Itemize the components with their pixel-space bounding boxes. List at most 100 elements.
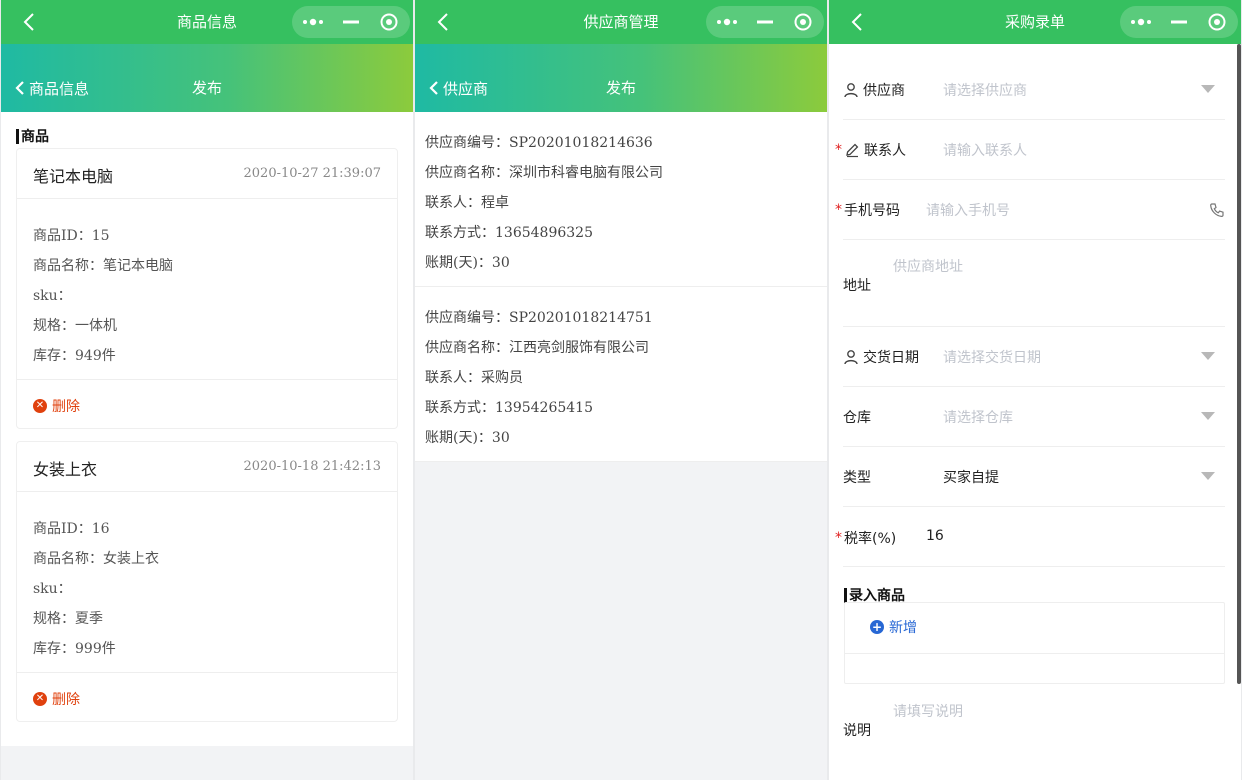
publish-button[interactable]: 发布 [415,74,827,102]
address-field[interactable]: 地址 供应商地址 [843,240,1225,327]
supplier-name: 供应商名称：深圳市科睿电脑有限公司 [425,165,663,181]
product-time: 2020-10-27 21:39:07 [243,166,381,181]
supplier-management-screen: 供应商管理 供应商 发布 供应商编号：SP20201018214636 供应商名… [415,0,827,780]
phone-input[interactable]: 请输入手机号 [926,200,1010,220]
supplier-term: 账期(天)：30 [425,430,510,446]
supplier-contact: 联系人：程卓 [425,195,509,211]
note-label: 说明 [843,723,871,739]
address-label: 地址 [843,278,871,294]
warehouse-field[interactable]: 仓库 请选择仓库 [843,387,1225,447]
supplier-select[interactable]: 请选择供应商 [943,80,1027,100]
type-select[interactable]: 买家自提 [943,467,999,487]
type-field[interactable]: 类型 买家自提 [843,447,1225,507]
gradient-nav-bar: 供应商 发布 [415,44,827,112]
supplier-label-text: 供应商 [863,83,905,99]
triangle-down-icon[interactable] [1201,85,1215,93]
mini-program-capsule [706,6,824,38]
user-icon [843,349,859,365]
delivery-date-field[interactable]: 交货日期 请选择交货日期 [843,327,1225,387]
more-dots-icon[interactable] [710,6,744,38]
product-list-area: 商品 笔记本电脑 2020-10-27 21:39:07 商品ID：15 商品名… [1,112,413,780]
supplier-item[interactable]: 供应商编号：SP20201018214751 供应商名称：江西亮剑服饰有限公司 … [415,287,827,462]
tax-rate-field[interactable]: * 税率(%) 16 [835,507,1225,567]
user-icon [843,82,859,98]
delete-button[interactable]: ✕ 删除 [33,689,80,709]
required-mark: * [835,142,842,158]
contact-input[interactable]: 请输入联系人 [943,140,1027,160]
pencil-icon [844,142,860,158]
supplier-code: 供应商编号：SP20201018214751 [425,310,653,326]
delivery-date-select[interactable]: 请选择交货日期 [943,347,1041,367]
screens-container: 商品信息 商品信息 发布 商品 笔记本电脑 2020-10-27 21:39:0… [0,0,1242,780]
tax-label: * 税率(%) [835,528,897,548]
product-card: 女装上衣 2020-10-18 21:42:13 商品ID：16 商品名称：女装… [16,441,398,722]
product-id: 商品ID：16 [33,521,110,537]
minus-icon[interactable] [1162,6,1196,38]
mini-program-capsule [1120,6,1238,38]
product-card-body: 商品ID：15 商品名称：笔记本电脑 sku： 规格：一体机 库存：949件 [17,199,397,380]
target-circle-icon[interactable] [786,6,820,38]
product-sku: sku： [33,581,72,597]
supplier-term: 账期(天)：30 [425,255,510,271]
purchase-entry-screen: 采购录单 供应商 请选择供应商 * 联系人 请输入联系人 * 手机号码 请输入手… [829,0,1241,780]
publish-button[interactable]: 发布 [1,74,413,102]
supplier-item[interactable]: 供应商编号：SP20201018214636 供应商名称：深圳市科睿电脑有限公司… [415,112,827,287]
delete-label: 删除 [52,692,80,708]
delivery-label: 交货日期 [843,347,919,367]
product-card-footer: ✕ 删除 [17,673,397,721]
title-bar: 供应商管理 [415,0,827,44]
close-circle-icon: ✕ [33,692,47,706]
product-spec: 规格：夏季 [33,611,103,627]
product-card: 笔记本电脑 2020-10-27 21:39:07 商品ID：15 商品名称：笔… [16,148,398,429]
target-circle-icon[interactable] [372,6,406,38]
more-dots-icon[interactable] [296,6,330,38]
triangle-down-icon[interactable] [1201,352,1215,360]
triangle-down-icon[interactable] [1201,472,1215,480]
product-id: 商品ID：15 [33,228,110,244]
supplier-phone: 联系方式：13654896325 [425,225,593,241]
required-mark: * [835,202,842,218]
product-name: 女装上衣 [33,460,98,479]
supplier-code: 供应商编号：SP20201018214636 [425,135,653,151]
note-field[interactable]: 说明 请填写说明 [843,684,1225,764]
product-stock: 库存：999件 [33,641,116,657]
product-stock: 库存：949件 [33,348,116,364]
tax-label-text: 税率(%) [844,531,897,547]
add-goods-button[interactable]: + 新增 [870,617,917,637]
product-time: 2020-10-18 21:42:13 [243,459,381,474]
minus-icon[interactable] [334,6,368,38]
divider [845,653,1224,654]
add-goods-label: 新增 [889,620,917,636]
title-bar: 采购录单 [829,0,1241,44]
product-sku: sku： [33,288,72,304]
supplier-name: 供应商名称：江西亮剑服饰有限公司 [425,340,649,356]
delete-button[interactable]: ✕ 删除 [33,396,80,416]
supplier-contact: 联系人：采购员 [425,370,523,386]
tax-rate-input[interactable]: 16 [926,528,944,544]
delivery-label-text: 交货日期 [863,350,919,366]
product-card-header: 笔记本电脑 2020-10-27 21:39:07 [17,149,397,199]
note-textarea[interactable]: 请填写说明 [893,701,963,721]
mini-program-capsule [292,6,410,38]
triangle-down-icon[interactable] [1201,412,1215,420]
more-dots-icon[interactable] [1124,6,1158,38]
supplier-phone: 联系方式：13954265415 [425,400,593,416]
product-info-screen: 商品信息 商品信息 发布 商品 笔记本电脑 2020-10-27 21:39:0… [1,0,413,780]
target-circle-icon[interactable] [1200,6,1234,38]
minus-icon[interactable] [748,6,782,38]
scrollbar[interactable] [1237,44,1241,684]
phone-label: * 手机号码 [835,200,900,220]
address-textarea[interactable]: 供应商地址 [893,256,963,276]
supplier-field[interactable]: 供应商 请选择供应商 [843,60,1225,120]
product-card-body: 商品ID：16 商品名称：女装上衣 sku： 规格：夏季 库存：999件 [17,492,397,673]
phone-field[interactable]: * 手机号码 请输入手机号 [835,180,1225,240]
contact-field[interactable]: * 联系人 请输入联系人 [835,120,1225,180]
warehouse-select[interactable]: 请选择仓库 [943,407,1013,427]
product-card-footer: ✕ 删除 [17,380,397,428]
close-circle-icon: ✕ [33,399,47,413]
product-name: 笔记本电脑 [33,167,114,186]
product-title: 商品名称：女装上衣 [33,551,159,567]
contact-label: * 联系人 [835,140,906,160]
phone-icon[interactable] [1209,202,1225,222]
section-title-text: 商品 [21,129,49,145]
